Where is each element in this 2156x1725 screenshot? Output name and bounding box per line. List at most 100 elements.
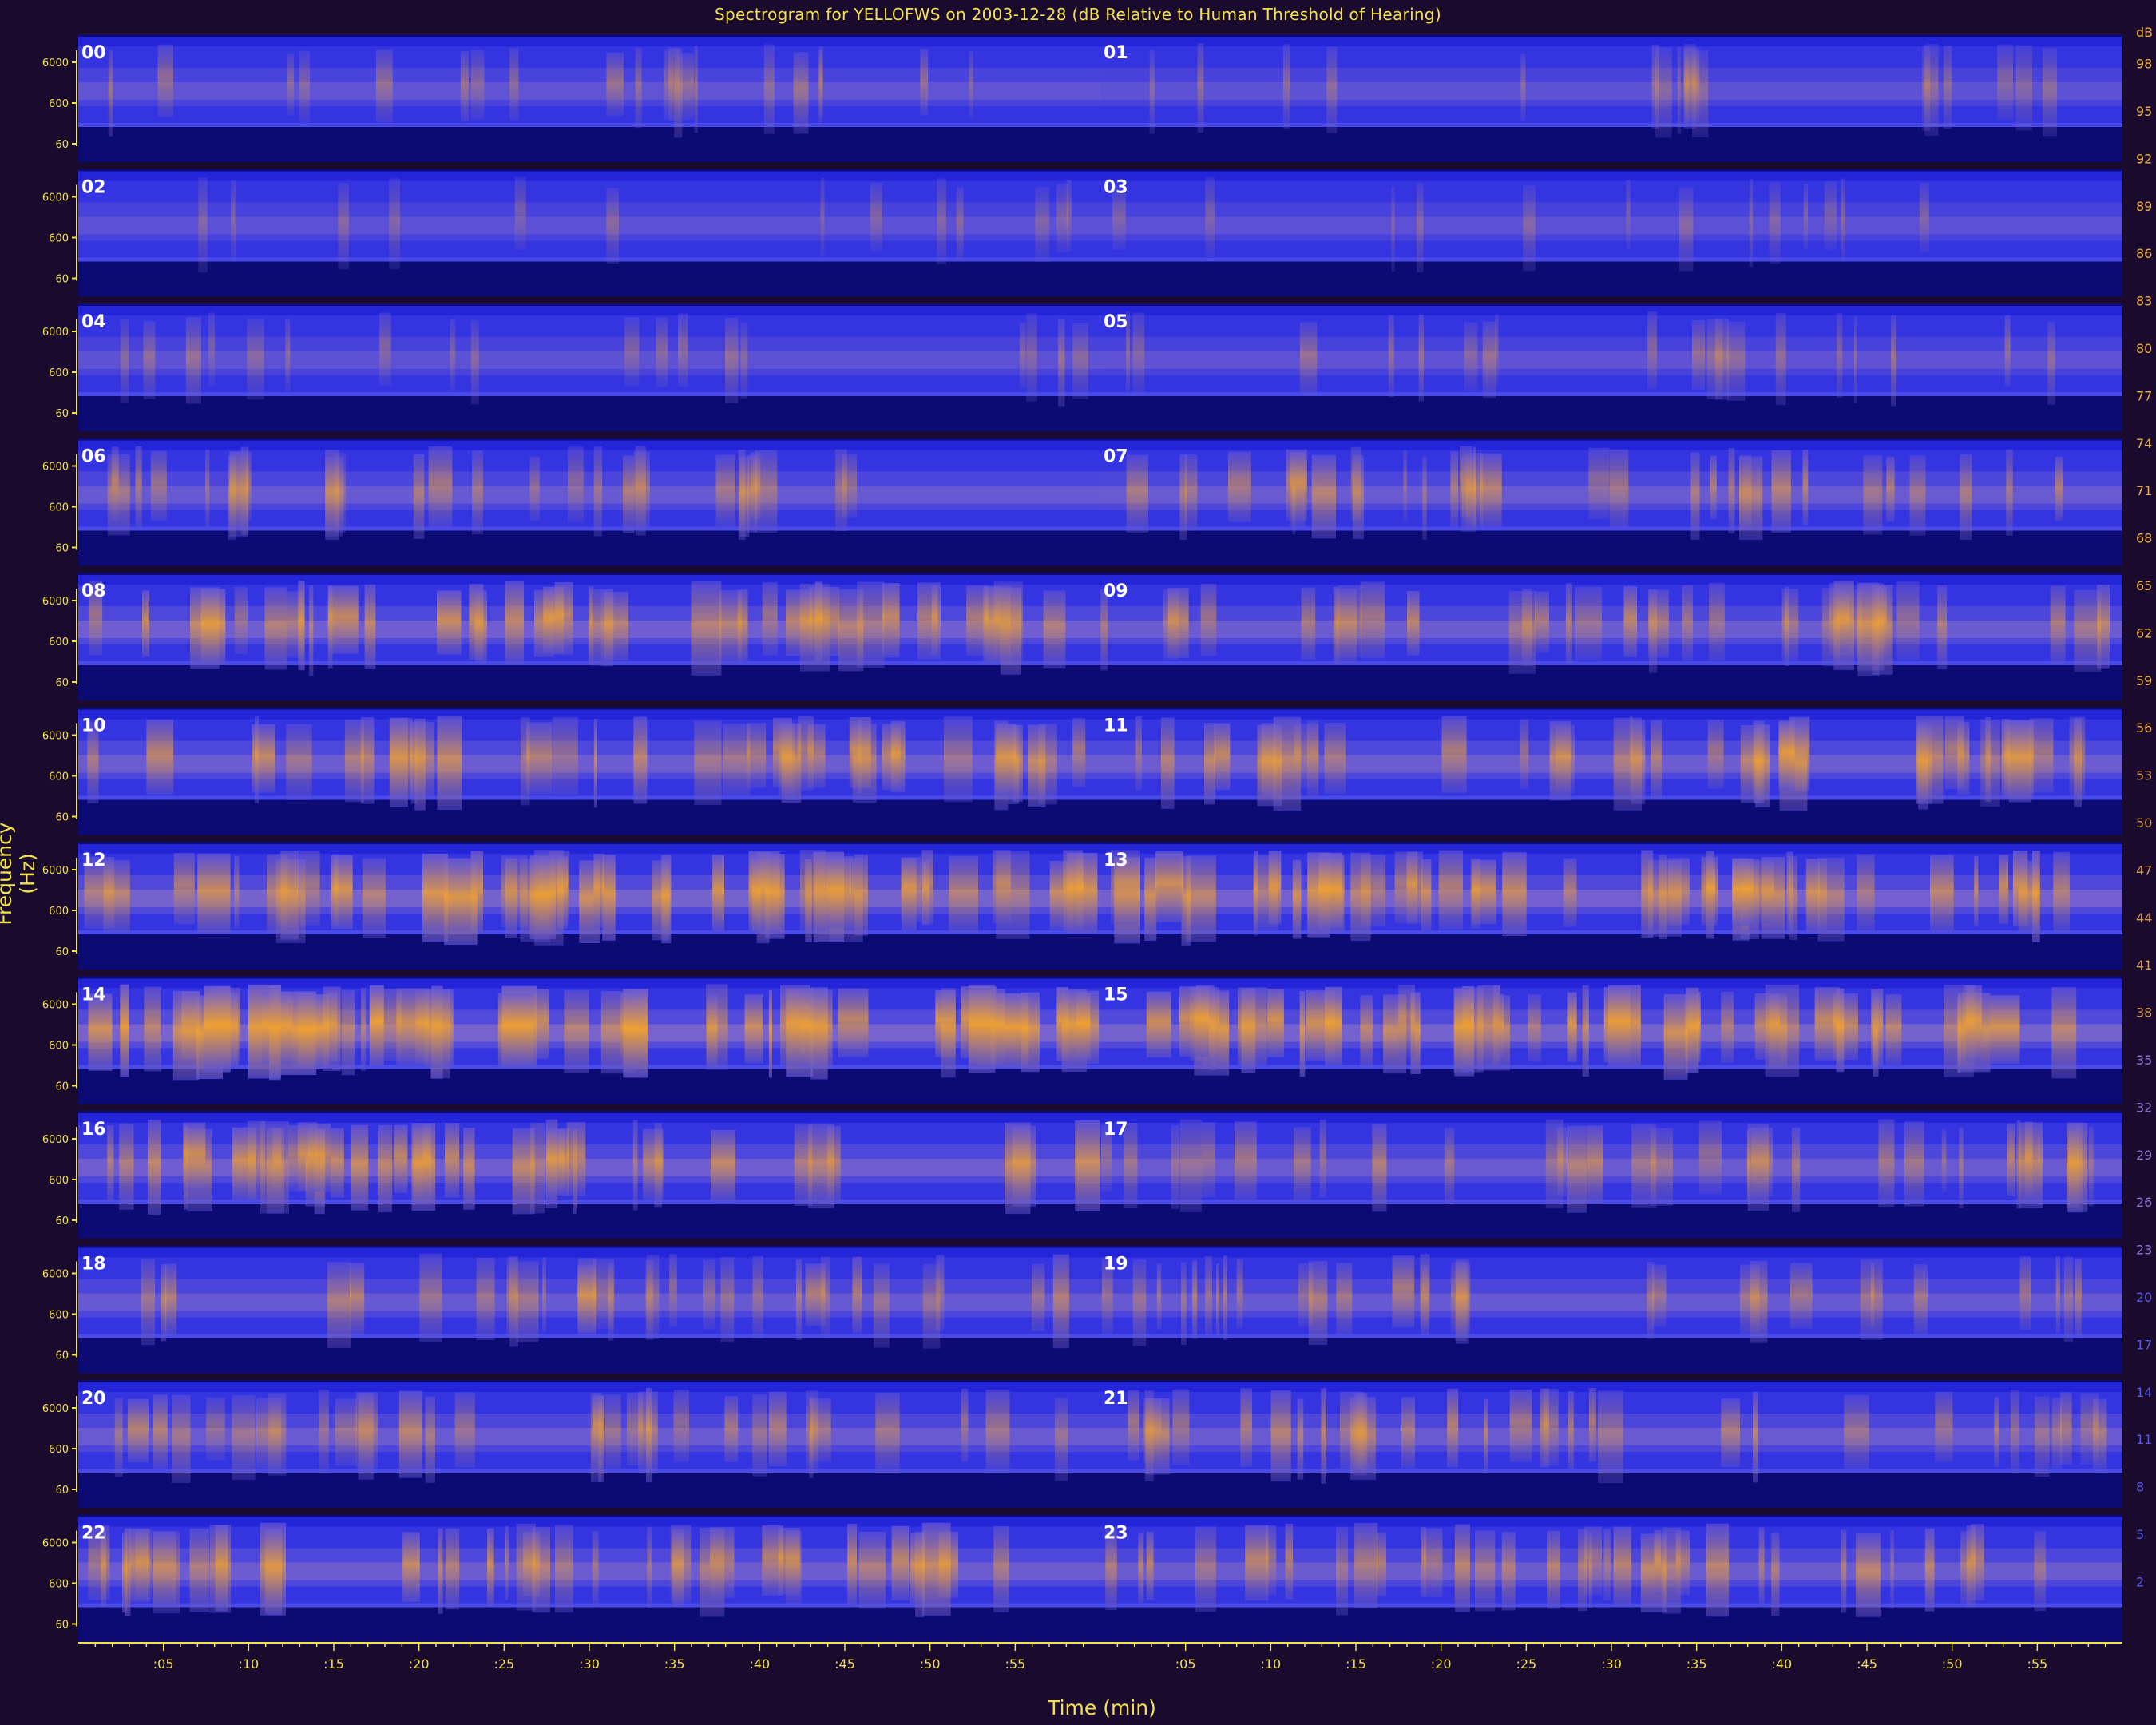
sound-event	[1464, 322, 1478, 391]
freq-tick-label: 6000	[42, 1403, 69, 1415]
sound-event	[1791, 1127, 1801, 1212]
sound-event	[1283, 44, 1290, 129]
band-lower-edge	[78, 392, 1100, 396]
hour-label: 05	[1104, 312, 1128, 332]
sound-event	[2051, 1398, 2062, 1469]
sound-event	[554, 581, 573, 655]
sound-event	[1144, 1390, 1154, 1481]
sound-event	[673, 1390, 689, 1463]
sound-event	[107, 1125, 114, 1202]
sound-event	[1301, 587, 1316, 660]
sound-event	[1422, 456, 1427, 540]
sound-event	[1075, 1120, 1100, 1211]
sound-event	[1836, 988, 1845, 1073]
sound-event	[1204, 723, 1215, 805]
sound-event	[1853, 316, 1857, 403]
spectrogram-row: 18 19	[78, 1245, 2122, 1374]
sound-event	[1522, 589, 1532, 666]
sound-event	[593, 1394, 605, 1461]
sound-event	[205, 450, 210, 529]
time-tick-label: :55	[2027, 1656, 2047, 1671]
sound-event	[656, 317, 668, 387]
sound-event	[691, 581, 722, 676]
sound-event	[1647, 1262, 1655, 1339]
sound-event	[626, 1393, 644, 1466]
sound-event	[941, 988, 956, 1078]
band-lower-edge	[78, 123, 1100, 127]
sound-event	[215, 1525, 228, 1612]
hour-panel: 18	[78, 1247, 1100, 1349]
sound-event	[2008, 720, 2032, 803]
sound-event	[198, 177, 208, 273]
freq-tick-label: 6000	[42, 1269, 69, 1281]
sound-event	[1126, 454, 1148, 533]
sound-event	[1267, 988, 1284, 1057]
sound-event	[652, 860, 670, 941]
sound-event	[1675, 1530, 1690, 1596]
hour-panel: 07	[1100, 440, 2122, 541]
sound-event	[1502, 852, 1527, 937]
hour-panel: 12	[78, 844, 1100, 946]
sound-event	[996, 724, 1017, 795]
band-core	[78, 1159, 1100, 1176]
sound-event	[1822, 587, 1841, 667]
colorbar-tick-label: 95	[2136, 104, 2152, 119]
time-tick-label: :45	[834, 1656, 855, 1671]
sound-event	[171, 1394, 191, 1483]
sound-event	[1802, 450, 1809, 525]
sound-event	[338, 183, 349, 270]
sound-event	[1896, 581, 1920, 660]
sound-event	[1640, 1533, 1667, 1612]
time-tick-label: :25	[1516, 1656, 1536, 1671]
freq-tick-label: 600	[49, 1444, 69, 1456]
frequency-axis: 6000 600 60	[42, 1127, 77, 1227]
band-lower-edge	[1100, 1334, 2122, 1338]
sound-event	[135, 446, 142, 528]
colorbar-tick-label: 5	[2136, 1527, 2144, 1542]
sound-event	[2047, 321, 2055, 405]
hour-label: 19	[1104, 1255, 1128, 1275]
sound-event	[1421, 859, 1432, 930]
band-top	[78, 440, 1100, 450]
time-tick-label: :30	[579, 1656, 600, 1671]
hour-label: 03	[1104, 178, 1128, 198]
hour-label: 06	[81, 447, 106, 467]
sound-event	[1710, 455, 1717, 519]
sound-event	[378, 1124, 392, 1213]
sound-event	[643, 1128, 664, 1200]
sound-event	[161, 1264, 167, 1342]
band-top	[78, 1247, 1100, 1258]
sound-event	[920, 49, 929, 116]
time-tick-label: :35	[1686, 1656, 1707, 1671]
sound-event	[1354, 1522, 1378, 1608]
band-top	[1100, 1113, 2122, 1123]
sound-event	[460, 51, 469, 122]
sound-event	[1980, 720, 2000, 807]
sound-event	[1392, 1255, 1415, 1328]
time-tick-label: :15	[323, 1656, 344, 1671]
sound-event	[1509, 1390, 1532, 1462]
sound-event	[1904, 1121, 1924, 1207]
sound-event	[1567, 992, 1577, 1062]
sound-event	[287, 53, 294, 116]
sound-event	[606, 188, 619, 264]
sound-event	[516, 1261, 539, 1343]
sound-event	[204, 985, 231, 1073]
hour-label: 01	[1104, 43, 1128, 63]
sound-event	[1171, 1124, 1179, 1209]
sound-event	[124, 1528, 131, 1616]
time-tick-label: :25	[493, 1656, 514, 1671]
sound-event	[150, 450, 167, 521]
freq-tick-label: 60	[55, 1485, 69, 1497]
sound-event	[1957, 721, 1970, 795]
sound-event	[635, 446, 646, 536]
sound-event	[1450, 451, 1459, 528]
sound-event	[922, 1263, 941, 1349]
sound-event	[1919, 182, 1929, 252]
sound-event	[1750, 1127, 1773, 1197]
sound-event	[157, 44, 173, 117]
band-top	[78, 575, 1100, 585]
sound-event	[680, 53, 695, 121]
sound-event	[1587, 1125, 1603, 1204]
frequency-axis: 6000 600 60	[42, 589, 77, 689]
